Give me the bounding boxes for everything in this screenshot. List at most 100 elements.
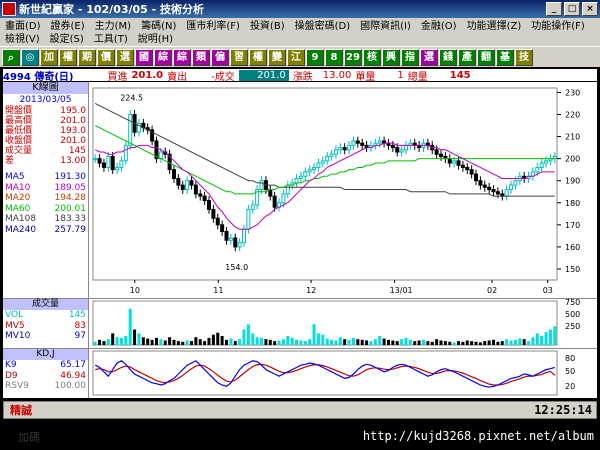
kd-chart[interactable]: 80 50 20	[89, 348, 597, 398]
candle-body	[237, 241, 242, 248]
volume-bar	[154, 337, 158, 345]
volume-bar	[225, 339, 229, 345]
x-tick-label: 02	[487, 286, 497, 295]
volume-bar	[321, 334, 325, 345]
candle-body	[281, 193, 286, 204]
volume-bar	[268, 339, 272, 345]
toolbar-button-11[interactable]: 偏	[211, 48, 229, 66]
menu-row2-item-2[interactable]: 工具(T)	[89, 30, 133, 45]
toolbar-button-5[interactable]: 價	[97, 48, 115, 66]
toolbar-button-6[interactable]: 選	[116, 48, 134, 66]
candle-body	[452, 160, 457, 164]
minimize-button[interactable]: _	[546, 2, 562, 16]
row-value: 65.17	[60, 360, 86, 370]
ma-row: MA240 257.79	[3, 225, 88, 236]
menu-row2-item-0[interactable]: 檢視(V)	[0, 30, 45, 45]
toolbar-button-21[interactable]: 指	[401, 48, 419, 66]
row-value: 145	[68, 310, 86, 320]
candle-body	[460, 164, 465, 168]
candle-body	[325, 155, 330, 162]
toolbar-button-8[interactable]: 綜	[154, 48, 172, 66]
volume-info-panel: 成交量 VOL 145 MV5 83 MV10 97	[3, 298, 89, 348]
volume-bar	[439, 340, 443, 345]
volume-bar	[93, 341, 97, 345]
toolbar-button-25[interactable]: 翻	[477, 48, 495, 66]
menu-row2-item-1[interactable]: 設定(S)	[45, 30, 89, 45]
toolbar-button-4[interactable]: 期	[78, 48, 96, 66]
volume-bar	[404, 337, 408, 345]
watermark-url: http://kujd3268.pixnet.net/album	[362, 429, 594, 443]
candle-body	[439, 153, 443, 157]
menu-row2-item-3[interactable]: 說明(H)	[133, 30, 178, 45]
toolbar-button-20[interactable]: 興	[382, 48, 400, 66]
volume-bar	[111, 333, 115, 345]
toolbar-button-13[interactable]: 權	[249, 48, 267, 66]
ma-row: MA60 200.01	[3, 204, 88, 215]
title-bar: 新世紀贏家 - 102/03/05 - 技術分析 _ □ ×	[0, 0, 600, 18]
toolbar-button-15[interactable]: 江	[287, 48, 305, 66]
row-label: MA240	[5, 224, 37, 235]
toolbar-button-12[interactable]: 習	[230, 48, 248, 66]
menu-row1-item-8[interactable]: 金融(O)	[416, 17, 462, 32]
total-label: 總量	[407, 71, 428, 83]
menu-row1-item-4[interactable]: 匯市利率(F)	[181, 17, 245, 32]
toolbar-button-7[interactable]: 國	[135, 48, 153, 66]
toolbar-button-22[interactable]: 選	[420, 48, 438, 66]
volume-bar	[303, 341, 307, 345]
volume-bar	[211, 334, 215, 345]
toolbar-button-9[interactable]: 綜	[173, 48, 191, 66]
candle-body	[176, 177, 181, 186]
volume-bar	[273, 341, 277, 345]
target-icon[interactable]: ◎	[21, 48, 39, 66]
candle-body	[333, 149, 338, 155]
candle-body	[487, 186, 492, 191]
last-label: -成交	[211, 71, 235, 83]
volume-bar	[316, 333, 320, 345]
menu-row1-item-5[interactable]: 投資(B)	[245, 17, 290, 32]
toolbar-button-18[interactable]: 29	[344, 48, 362, 66]
toolbar-button-27[interactable]: 技	[515, 48, 533, 66]
maximize-button[interactable]: □	[564, 2, 580, 16]
kline-chart-svg: 150 160 170 180 190 200 210 220 230 10 11 12 13/01 02…	[92, 87, 580, 295]
candle-body	[207, 200, 211, 210]
row-label: MA20	[5, 193, 31, 203]
candle-body	[298, 175, 303, 179]
candle-body	[399, 149, 404, 153]
toolbar-button-19[interactable]: 核	[363, 48, 381, 66]
volume-bar	[347, 339, 351, 345]
toolbar-button-23[interactable]: 錢	[439, 48, 457, 66]
volume-bar	[400, 339, 404, 345]
menu-row1-item-10[interactable]: 功能操作(F)	[526, 17, 590, 32]
menu-bar: 畫面(D) 證券(E) 主力(M) 籌碼(N) 匯市利率(F) 投資(B) 操盤密碼(D) 國…	[0, 18, 600, 46]
ohlc-row: 最低價 193.0	[3, 126, 88, 136]
toolbar-button-26[interactable]: 基	[496, 48, 514, 66]
row-label: MA108	[5, 214, 37, 224]
menu-row1-item-7[interactable]: 國際資訊(I)	[355, 17, 416, 32]
volume-bar	[150, 339, 154, 345]
toolbar-button-24[interactable]: 產	[458, 48, 476, 66]
menu-row1-item-6[interactable]: 操盤密碼(D)	[290, 17, 356, 32]
volume-bar	[513, 339, 517, 345]
row-label: MA5	[5, 172, 25, 182]
menu-row1-item-9[interactable]: 功能選擇(Z)	[462, 17, 527, 32]
toolbar-button-3[interactable]: 權	[59, 48, 77, 66]
toolbar-button-17[interactable]: 8	[325, 48, 343, 66]
toolbar-button-10[interactable]: 類	[192, 48, 210, 66]
candle-body	[128, 113, 133, 146]
candle-body	[544, 160, 549, 164]
row-value: 257.79	[54, 224, 87, 235]
close-button[interactable]: ×	[582, 2, 598, 16]
vol-axis-label: 750	[565, 299, 580, 307]
volume-bar	[378, 335, 382, 345]
volume-bar	[465, 340, 469, 345]
toolbar-button-16[interactable]: 9	[306, 48, 324, 66]
row-label: MA60	[5, 203, 31, 214]
candle-body	[110, 155, 115, 171]
search-icon[interactable]: ⌕	[2, 48, 20, 66]
toolbar-button-2[interactable]: 加	[40, 48, 58, 66]
candle-body	[495, 191, 500, 195]
candle-body	[202, 195, 207, 202]
kline-chart[interactable]: 150 160 170 180 190 200 210 220 230 10 11 12 13/01 02…	[89, 82, 597, 298]
volume-chart[interactable]: 750 500 250	[89, 298, 597, 348]
toolbar-button-14[interactable]: 變	[268, 48, 286, 66]
